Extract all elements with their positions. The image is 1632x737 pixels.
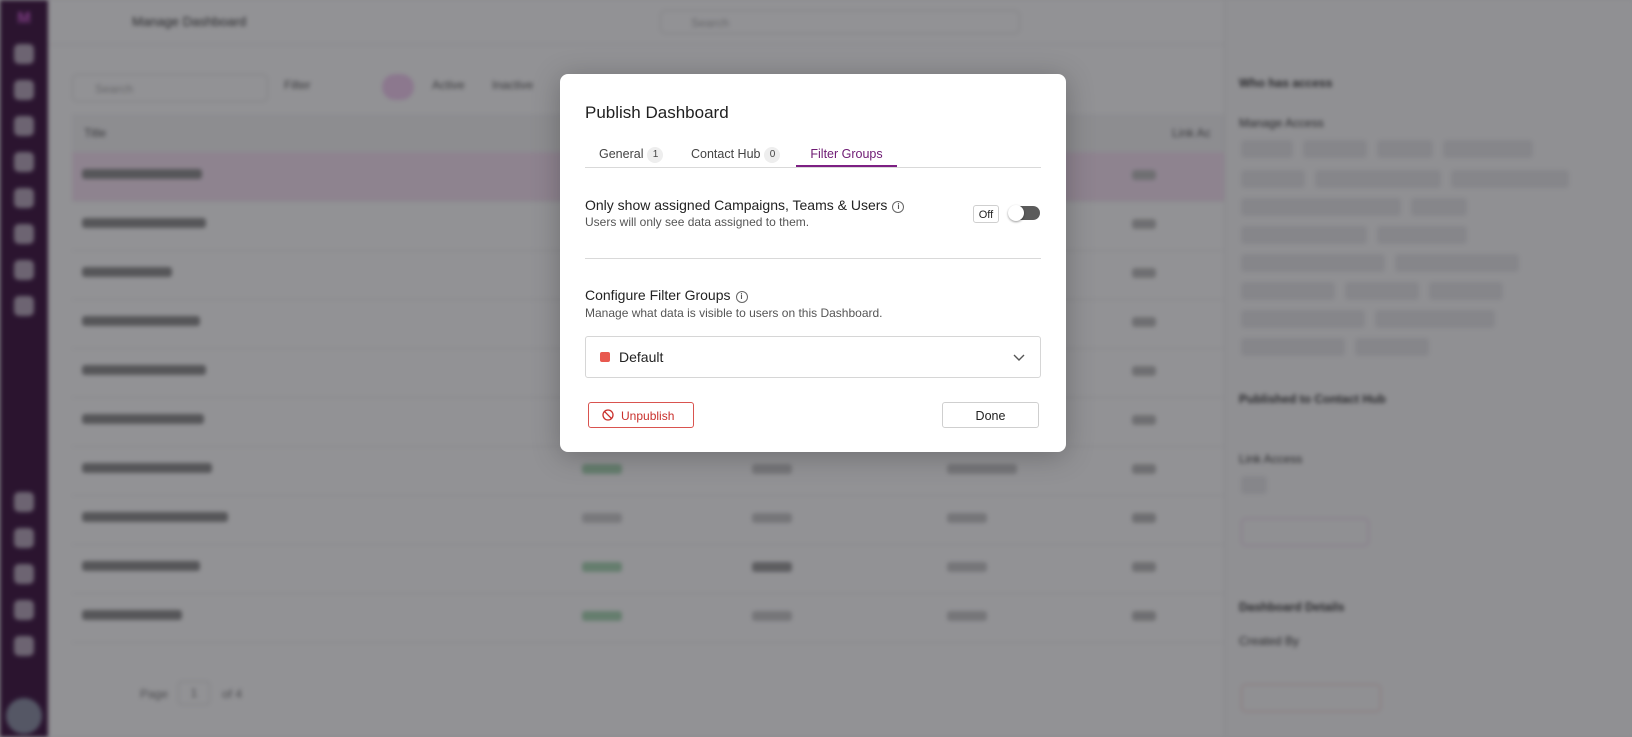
- assigned-only-toggle[interactable]: [1008, 205, 1040, 221]
- filter-group-selected-value: Default: [619, 349, 664, 365]
- done-button[interactable]: Done: [942, 402, 1039, 428]
- filter-groups-section: Configure Filter Groups i: [585, 287, 748, 303]
- section-divider: [585, 258, 1041, 259]
- filter-groups-description: Manage what data is visible to users on …: [585, 306, 883, 320]
- toggle-state-label: Off: [973, 205, 999, 223]
- filter-group-color-swatch: [600, 352, 610, 362]
- tab-filter-groups-label: Filter Groups: [810, 147, 883, 161]
- unpublish-label: Unpublish: [621, 409, 675, 423]
- tab-filter-groups[interactable]: Filter Groups: [796, 140, 897, 167]
- tab-contact-hub-label: Contact Hub: [691, 147, 761, 161]
- assigned-only-description: Users will only see data assigned to the…: [585, 215, 810, 229]
- filter-group-select[interactable]: Default: [585, 336, 1041, 378]
- chevron-down-icon: [1013, 354, 1025, 361]
- ban-icon: [602, 409, 614, 421]
- toggle-knob: [1008, 205, 1024, 221]
- unpublish-button[interactable]: Unpublish: [588, 402, 694, 428]
- tab-general-label: General: [599, 147, 644, 161]
- info-icon[interactable]: i: [735, 291, 748, 303]
- tab-contact-hub[interactable]: Contact Hub 0: [691, 140, 781, 167]
- info-icon[interactable]: i: [892, 201, 905, 213]
- filter-groups-title: Configure Filter Groups: [585, 287, 731, 303]
- modal-title: Publish Dashboard: [585, 103, 729, 122]
- publish-dashboard-modal: Publish Dashboard General 1 Contact Hub 0 …: [560, 74, 1066, 452]
- assigned-only-section: Only show assigned Campaigns, Teams & Us…: [585, 197, 905, 213]
- tab-general[interactable]: General 1: [599, 140, 664, 167]
- tab-general-count: 1: [647, 147, 664, 163]
- tab-contact-hub-count: 0: [764, 147, 781, 163]
- assigned-only-title: Only show assigned Campaigns, Teams & Us…: [585, 197, 888, 213]
- modal-tabs: General 1 Contact Hub 0 Filter Groups: [585, 140, 1041, 168]
